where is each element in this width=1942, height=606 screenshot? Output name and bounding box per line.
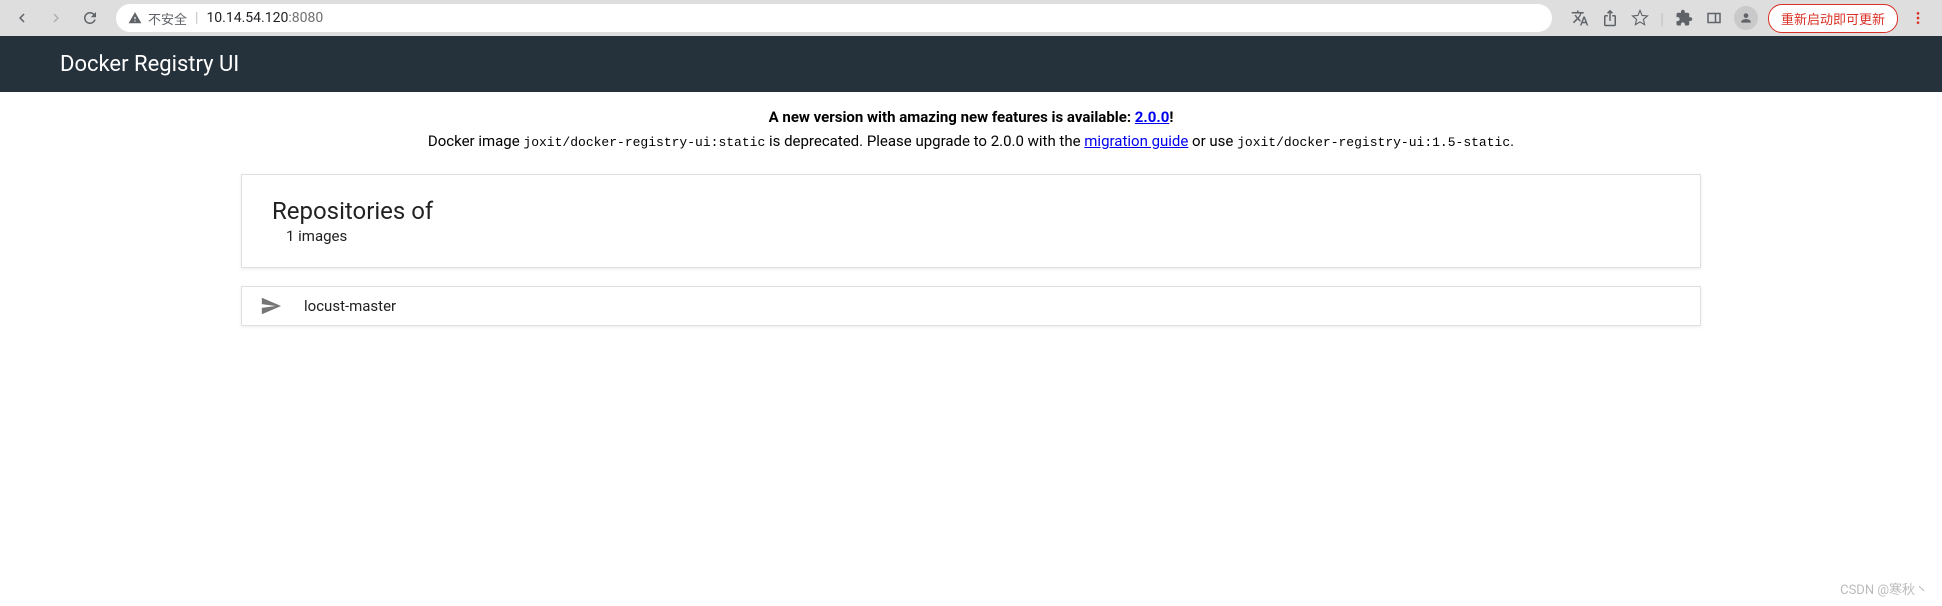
send-icon	[260, 295, 282, 317]
star-icon[interactable]	[1630, 8, 1650, 28]
app-header: Docker Registry UI	[0, 36, 1942, 92]
version-link[interactable]: 2.0.0	[1135, 108, 1170, 126]
deprecated-image-code: joxit/docker-registry-ui:static	[523, 135, 765, 150]
warning-icon	[128, 11, 142, 25]
app-title: Docker Registry UI	[60, 52, 239, 77]
menu-icon[interactable]	[1908, 10, 1928, 26]
update-button[interactable]: 重新启动即可更新	[1768, 4, 1898, 33]
security-indicator[interactable]: 不安全	[128, 9, 187, 28]
toolbar-separator: |	[1660, 9, 1664, 28]
back-button[interactable]	[8, 4, 36, 32]
toolbar-right: | 重新启动即可更新	[1564, 4, 1934, 33]
repositories-title: Repositories of	[272, 197, 1670, 225]
notice-text-a: Docker image	[428, 132, 524, 150]
repository-name: locust-master	[304, 297, 396, 315]
extensions-icon[interactable]	[1674, 8, 1694, 28]
url-host: 10.14.54.120	[206, 10, 288, 26]
person-icon	[1739, 11, 1753, 25]
new-image-code: joxit/docker-registry-ui:1.5-static	[1237, 135, 1510, 150]
share-icon[interactable]	[1600, 8, 1620, 28]
repository-row[interactable]: locust-master	[241, 286, 1701, 326]
main-container: Repositories of 1 images locust-master	[231, 174, 1711, 326]
profile-avatar[interactable]	[1734, 6, 1758, 30]
reload-button[interactable]	[76, 4, 104, 32]
url-divider: |	[195, 10, 198, 26]
notice-text-d: .	[1510, 132, 1514, 150]
browser-toolbar: 不安全 | 10.14.54.120:8080 | 重新启动即可更新	[0, 0, 1942, 36]
version-notice: A new version with amazing new features …	[0, 92, 1942, 162]
notice-text-b: is deprecated. Please upgrade to 2.0.0 w…	[765, 132, 1084, 150]
notice-line2: Docker image joxit/docker-registry-ui:st…	[0, 132, 1942, 150]
url-port: :8080	[288, 10, 323, 26]
repositories-card: Repositories of 1 images	[241, 174, 1701, 268]
forward-button[interactable]	[42, 4, 70, 32]
watermark: CSDN @寒秋丶	[1840, 579, 1928, 598]
address-bar[interactable]: 不安全 | 10.14.54.120:8080	[116, 4, 1552, 32]
migration-guide-link[interactable]: migration guide	[1084, 132, 1188, 150]
notice-text-c: or use	[1188, 132, 1237, 150]
notice-suffix: !	[1169, 108, 1173, 126]
sidepanel-icon[interactable]	[1704, 8, 1724, 28]
notice-line1: A new version with amazing new features …	[0, 108, 1942, 126]
repositories-count: 1 images	[286, 227, 1670, 245]
notice-prefix: A new version with amazing new features …	[769, 108, 1135, 126]
security-label: 不安全	[148, 9, 187, 28]
translate-icon[interactable]	[1570, 8, 1590, 28]
